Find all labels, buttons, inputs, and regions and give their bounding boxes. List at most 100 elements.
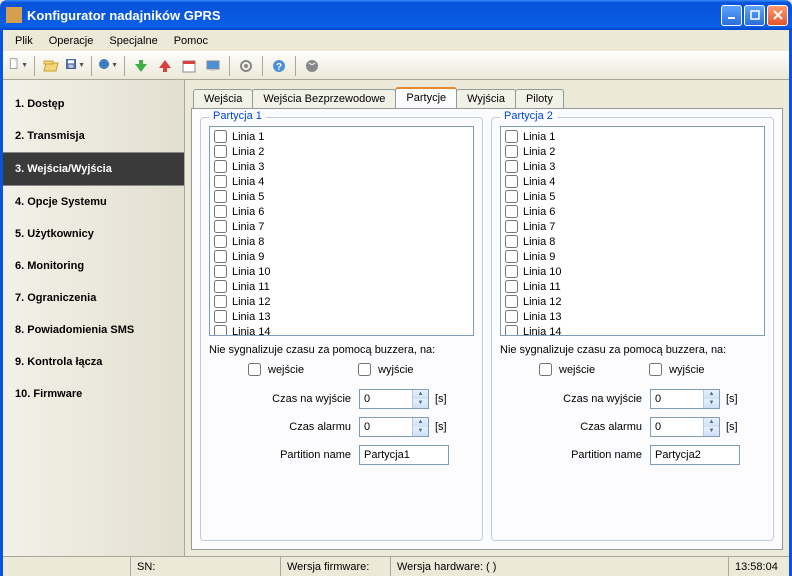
sidebar-item-9[interactable]: 10. Firmware (3, 378, 184, 410)
partition-name-input[interactable] (359, 445, 449, 465)
line-checkbox[interactable] (505, 235, 518, 248)
buzzer-exit-label[interactable]: wyjście (354, 360, 413, 379)
line-item[interactable]: Linia 6 (212, 204, 471, 219)
sidebar-item-4[interactable]: 5. Użytkownicy (3, 218, 184, 250)
line-item[interactable]: Linia 5 (212, 189, 471, 204)
line-checkbox[interactable] (214, 280, 227, 293)
line-checkbox[interactable] (214, 220, 227, 233)
line-item[interactable]: Linia 2 (212, 144, 471, 159)
tab-4[interactable]: Piloty (515, 89, 564, 108)
tb-new-button[interactable]: ▼ (7, 55, 29, 77)
line-checkbox[interactable] (214, 175, 227, 188)
exit-time-spin-down[interactable]: ▼ (412, 399, 428, 408)
line-item[interactable]: Linia 10 (212, 264, 471, 279)
sidebar-item-3[interactable]: 4. Opcje Systemu (3, 186, 184, 218)
exit-time-input[interactable] (651, 390, 703, 408)
line-checkbox[interactable] (214, 310, 227, 323)
line-item[interactable]: Linia 9 (212, 249, 471, 264)
alarm-time-spin-down[interactable]: ▼ (703, 427, 719, 436)
line-checkbox[interactable] (505, 250, 518, 263)
buzzer-exit-checkbox[interactable] (358, 363, 371, 376)
tb-calendar-button[interactable] (178, 55, 200, 77)
line-checkbox[interactable] (505, 175, 518, 188)
tb-open-button[interactable] (40, 55, 62, 77)
sidebar-item-0[interactable]: 1. Dostęp (3, 88, 184, 120)
line-checkbox[interactable] (505, 310, 518, 323)
line-checkbox[interactable] (214, 130, 227, 143)
line-item[interactable]: Linia 14 (503, 324, 762, 336)
alarm-time-spin-down[interactable]: ▼ (412, 427, 428, 436)
line-item[interactable]: Linia 4 (503, 174, 762, 189)
line-item[interactable]: Linia 8 (503, 234, 762, 249)
partition-name-input[interactable] (650, 445, 740, 465)
tb-save-button[interactable]: ▼ (64, 55, 86, 77)
line-item[interactable]: Linia 11 (503, 279, 762, 294)
tab-2[interactable]: Partycje (395, 87, 457, 108)
line-item[interactable]: Linia 12 (212, 294, 471, 309)
alarm-time-spinbox[interactable]: ▲▼ (650, 417, 720, 437)
line-item[interactable]: Linia 11 (212, 279, 471, 294)
exit-time-spinbox[interactable]: ▲▼ (359, 389, 429, 409)
line-item[interactable]: Linia 14 (212, 324, 471, 336)
line-item[interactable]: Linia 4 (212, 174, 471, 189)
tb-monitor-button[interactable] (202, 55, 224, 77)
line-checkbox[interactable] (505, 190, 518, 203)
sidebar-item-2[interactable]: 3. Wejścia/Wyjścia (3, 152, 184, 186)
tb-download-button[interactable] (130, 55, 152, 77)
line-checkbox[interactable] (505, 130, 518, 143)
line-item[interactable]: Linia 5 (503, 189, 762, 204)
exit-time-spin-down[interactable]: ▼ (703, 399, 719, 408)
tb-help-button[interactable]: ? (268, 55, 290, 77)
line-item[interactable]: Linia 7 (212, 219, 471, 234)
tb-upload-button[interactable] (154, 55, 176, 77)
line-checkbox[interactable] (214, 190, 227, 203)
line-item[interactable]: Linia 13 (503, 309, 762, 324)
line-checkbox[interactable] (214, 160, 227, 173)
line-checkbox[interactable] (505, 325, 518, 336)
sidebar-item-5[interactable]: 6. Monitoring (3, 250, 184, 282)
line-checkbox[interactable] (505, 280, 518, 293)
exit-time-input[interactable] (360, 390, 412, 408)
line-checkbox[interactable] (505, 220, 518, 233)
lines-listbox[interactable]: Linia 1Linia 2Linia 3Linia 4Linia 5Linia… (500, 126, 765, 336)
line-item[interactable]: Linia 2 (503, 144, 762, 159)
buzzer-entry-checkbox[interactable] (248, 363, 261, 376)
sidebar-item-8[interactable]: 9. Kontrola łącza (3, 346, 184, 378)
menu-operacje[interactable]: Operacje (41, 32, 102, 50)
line-item[interactable]: Linia 7 (503, 219, 762, 234)
line-checkbox[interactable] (214, 325, 227, 336)
line-item[interactable]: Linia 3 (212, 159, 471, 174)
buzzer-entry-label[interactable]: wejście (535, 360, 595, 379)
buzzer-entry-label[interactable]: wejście (244, 360, 304, 379)
line-item[interactable]: Linia 13 (212, 309, 471, 324)
line-item[interactable]: Linia 1 (212, 129, 471, 144)
line-checkbox[interactable] (505, 145, 518, 158)
exit-time-spin-up[interactable]: ▲ (412, 390, 428, 399)
tab-3[interactable]: Wyjścia (456, 89, 516, 108)
close-button[interactable] (767, 5, 788, 26)
line-item[interactable]: Linia 10 (503, 264, 762, 279)
exit-time-spinbox[interactable]: ▲▼ (650, 389, 720, 409)
maximize-button[interactable] (744, 5, 765, 26)
buzzer-exit-checkbox[interactable] (649, 363, 662, 376)
line-item[interactable]: Linia 3 (503, 159, 762, 174)
tb-globe-button[interactable]: ▼ (97, 55, 119, 77)
exit-time-spin-up[interactable]: ▲ (703, 390, 719, 399)
menu-specjalne[interactable]: Specjalne (101, 32, 165, 50)
line-item[interactable]: Linia 6 (503, 204, 762, 219)
tab-1[interactable]: Wejścia Bezprzewodowe (252, 89, 396, 108)
line-item[interactable]: Linia 9 (503, 249, 762, 264)
sidebar-item-1[interactable]: 2. Transmisja (3, 120, 184, 152)
line-item[interactable]: Linia 8 (212, 234, 471, 249)
line-checkbox[interactable] (214, 295, 227, 308)
minimize-button[interactable] (721, 5, 742, 26)
line-item[interactable]: Linia 12 (503, 294, 762, 309)
line-checkbox[interactable] (214, 205, 227, 218)
tab-0[interactable]: Wejścia (193, 89, 253, 108)
line-checkbox[interactable] (214, 250, 227, 263)
alarm-time-spin-up[interactable]: ▲ (412, 418, 428, 427)
line-checkbox[interactable] (505, 205, 518, 218)
menu-plik[interactable]: Plik (7, 32, 41, 50)
line-checkbox[interactable] (505, 265, 518, 278)
line-checkbox[interactable] (214, 235, 227, 248)
